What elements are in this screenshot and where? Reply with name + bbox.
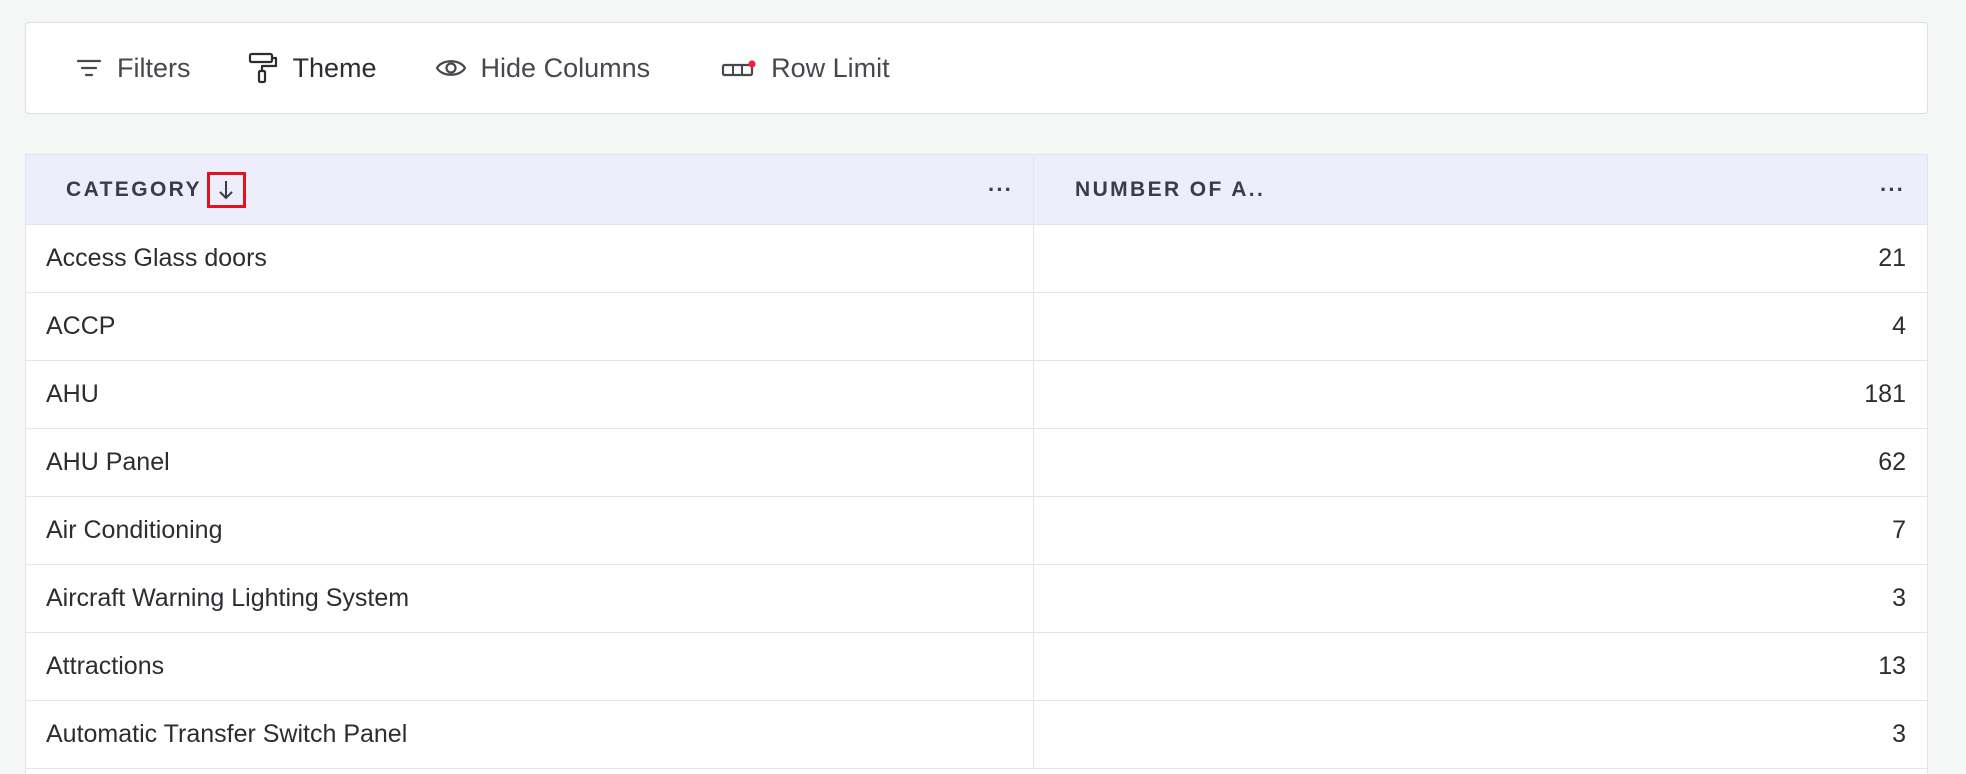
- column-label-number-of-assets: NUMBER OF A..: [1075, 177, 1266, 201]
- cell-category: Access Glass doors: [26, 225, 1034, 292]
- eye-icon: [435, 56, 467, 80]
- table-row[interactable]: ACCP 4: [26, 293, 1927, 361]
- table-row[interactable]: AHU 181: [26, 361, 1927, 429]
- cell-count: 21: [1878, 244, 1906, 272]
- column-menu-number-of-assets[interactable]: ···: [1880, 178, 1905, 201]
- cell-category: AHU Panel: [26, 429, 1034, 496]
- cell-category: Aircraft Warning Lighting System: [26, 565, 1034, 632]
- table-toolbar: Filters Theme Hide Columns Row Limit: [25, 22, 1928, 114]
- row-limit-label: Row Limit: [771, 52, 890, 83]
- hide-columns-button[interactable]: Hide Columns: [435, 43, 651, 93]
- table-row[interactable]: Automatic Transfer Switch Panel 3: [26, 701, 1927, 769]
- column-label-category: CATEGORY: [66, 177, 202, 201]
- filters-label: Filters: [117, 52, 191, 83]
- table-row[interactable]: Access Glass doors 21: [26, 225, 1927, 293]
- cell-count: 181: [1864, 380, 1906, 408]
- cell-count: 7: [1892, 516, 1906, 544]
- cell-count: 3: [1892, 720, 1906, 748]
- cell-count: 62: [1878, 448, 1906, 476]
- column-header-number-of-assets[interactable]: NUMBER OF A.. ···: [1034, 155, 1927, 224]
- cell-count: 3: [1892, 584, 1906, 612]
- data-table: CATEGORY ··· NUMBER OF A.. ··· Access Gl…: [25, 154, 1928, 774]
- filter-icon: [75, 54, 103, 82]
- table-header: CATEGORY ··· NUMBER OF A.. ···: [26, 155, 1927, 225]
- column-menu-category[interactable]: ···: [988, 178, 1013, 201]
- table-row[interactable]: Aircraft Warning Lighting System 3: [26, 565, 1927, 633]
- table-row[interactable]: AHU Panel 62: [26, 429, 1927, 497]
- paint-roller-icon: [247, 52, 279, 84]
- column-header-category[interactable]: CATEGORY ···: [26, 155, 1034, 224]
- row-limit-button[interactable]: Row Limit: [721, 43, 890, 93]
- cell-category: ACCP: [26, 293, 1034, 360]
- theme-button[interactable]: Theme: [247, 43, 377, 93]
- row-limit-icon: [721, 57, 757, 79]
- theme-label: Theme: [292, 52, 377, 83]
- arrow-down-icon: [219, 180, 234, 199]
- filters-button[interactable]: Filters: [75, 43, 191, 93]
- hide-columns-label: Hide Columns: [480, 52, 651, 83]
- cell-count: 4: [1892, 312, 1906, 340]
- cell-category: AHU: [26, 361, 1034, 428]
- sort-descending-button[interactable]: [206, 171, 246, 208]
- cell-category: Air Conditioning: [26, 497, 1034, 564]
- cell-count: 13: [1878, 652, 1906, 680]
- cell-category: Automatic Transfer Switch Panel: [26, 701, 1034, 768]
- table-row[interactable]: Air Conditioning 7: [26, 497, 1927, 565]
- cell-category: Attractions: [26, 633, 1034, 700]
- table-row[interactable]: Attractions 13: [26, 633, 1927, 701]
